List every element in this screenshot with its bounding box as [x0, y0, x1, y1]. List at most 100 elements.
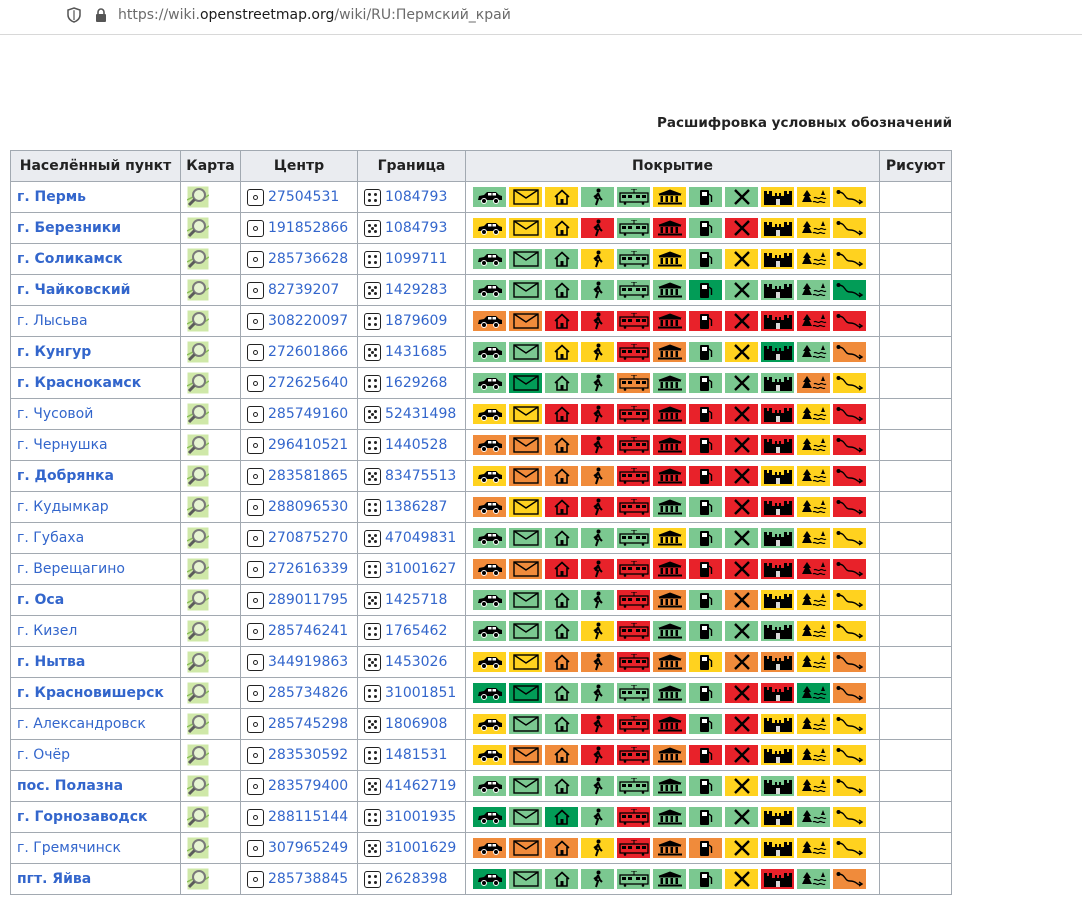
coverage-chip-car-icon[interactable] [473, 528, 506, 548]
settlement-link[interactable]: г. Кунгур [17, 344, 91, 360]
coverage-chip-car-icon[interactable] [473, 404, 506, 424]
coverage-chip-tools-icon[interactable] [725, 404, 758, 424]
coverage-chip-museum-icon[interactable] [653, 466, 686, 486]
browser-address-bar[interactable]: https://wiki.openstreetmap.org/wiki/RU:П… [0, 0, 1082, 35]
coverage-chip-car-icon[interactable] [473, 187, 506, 207]
coverage-chip-mail-icon[interactable] [509, 497, 542, 517]
coverage-chip-car-icon[interactable] [473, 497, 506, 517]
coverage-chip-house-icon[interactable] [545, 218, 578, 238]
coverage-chip-tram-icon[interactable] [617, 745, 650, 765]
coverage-chip-tools-icon[interactable] [725, 559, 758, 579]
coverage-chip-pedestrian-icon[interactable] [581, 404, 614, 424]
coverage-chip-pedestrian-icon[interactable] [581, 683, 614, 703]
coverage-chip-nature-icon[interactable] [797, 435, 830, 455]
coverage-chip-tram-icon[interactable] [617, 435, 650, 455]
center-node-link[interactable]: 344919863 [268, 654, 348, 670]
coverage-chip-tools-icon[interactable] [725, 280, 758, 300]
settlement-link[interactable]: г. Горнозаводск [17, 809, 148, 825]
coverage-chip-car-icon[interactable] [473, 249, 506, 269]
coverage-chip-tools-icon[interactable] [725, 714, 758, 734]
coverage-chip-car-icon[interactable] [473, 683, 506, 703]
border-relation-link[interactable]: 1453026 [385, 654, 447, 670]
map-magnifier-icon[interactable] [187, 217, 209, 239]
coverage-chip-nature-icon[interactable] [797, 280, 830, 300]
coverage-chip-route-icon[interactable] [833, 466, 866, 486]
border-relation-link[interactable]: 1806908 [385, 716, 447, 732]
map-magnifier-icon[interactable] [187, 527, 209, 549]
border-relation-link[interactable]: 83475513 [385, 468, 456, 484]
coverage-chip-tram-icon[interactable] [617, 404, 650, 424]
coverage-chip-route-icon[interactable] [833, 807, 866, 827]
coverage-chip-fuel-icon[interactable] [689, 373, 722, 393]
coverage-chip-nature-icon[interactable] [797, 559, 830, 579]
url-text[interactable]: https://wiki.openstreetmap.org/wiki/RU:П… [118, 7, 511, 23]
coverage-chip-fuel-icon[interactable] [689, 435, 722, 455]
map-magnifier-icon[interactable] [187, 682, 209, 704]
coverage-chip-route-icon[interactable] [833, 373, 866, 393]
coverage-chip-museum-icon[interactable] [653, 776, 686, 796]
coverage-chip-pedestrian-icon[interactable] [581, 249, 614, 269]
border-relation-link[interactable]: 31001627 [385, 561, 456, 577]
coverage-chip-castle-icon[interactable] [761, 807, 794, 827]
border-relation-link[interactable]: 1429283 [385, 282, 447, 298]
coverage-chip-museum-icon[interactable] [653, 280, 686, 300]
coverage-chip-museum-icon[interactable] [653, 559, 686, 579]
coverage-chip-tram-icon[interactable] [617, 776, 650, 796]
legend-link[interactable]: Расшифровка условных обозначений [657, 115, 952, 131]
settlement-link[interactable]: г. Оса [17, 592, 64, 608]
center-node-link[interactable]: 283581865 [268, 468, 348, 484]
coverage-chip-tools-icon[interactable] [725, 838, 758, 858]
coverage-chip-museum-icon[interactable] [653, 187, 686, 207]
coverage-chip-pedestrian-icon[interactable] [581, 807, 614, 827]
coverage-chip-museum-icon[interactable] [653, 807, 686, 827]
center-node-link[interactable]: 285734826 [268, 685, 348, 701]
border-relation-link[interactable]: 31001935 [385, 809, 456, 825]
coverage-chip-tools-icon[interactable] [725, 311, 758, 331]
settlement-link[interactable]: г. Добрянка [17, 468, 114, 484]
coverage-chip-tools-icon[interactable] [725, 435, 758, 455]
border-relation-link[interactable]: 31001851 [385, 685, 456, 701]
coverage-chip-pedestrian-icon[interactable] [581, 435, 614, 455]
coverage-chip-route-icon[interactable] [833, 311, 866, 331]
coverage-chip-pedestrian-icon[interactable] [581, 621, 614, 641]
coverage-chip-house-icon[interactable] [545, 838, 578, 858]
coverage-chip-route-icon[interactable] [833, 280, 866, 300]
center-node-link[interactable]: 288096530 [268, 499, 348, 515]
coverage-chip-castle-icon[interactable] [761, 621, 794, 641]
coverage-chip-car-icon[interactable] [473, 621, 506, 641]
coverage-chip-house-icon[interactable] [545, 311, 578, 331]
coverage-chip-tram-icon[interactable] [617, 249, 650, 269]
coverage-chip-tools-icon[interactable] [725, 528, 758, 548]
map-magnifier-icon[interactable] [187, 496, 209, 518]
coverage-chip-nature-icon[interactable] [797, 807, 830, 827]
border-relation-link[interactable]: 31001629 [385, 840, 456, 856]
coverage-chip-car-icon[interactable] [473, 590, 506, 610]
coverage-chip-house-icon[interactable] [545, 745, 578, 765]
coverage-chip-fuel-icon[interactable] [689, 404, 722, 424]
settlement-link[interactable]: г. Чусовой [17, 406, 93, 422]
coverage-chip-mail-icon[interactable] [509, 714, 542, 734]
settlement-link[interactable]: г. Чернушка [17, 437, 108, 453]
coverage-chip-mail-icon[interactable] [509, 435, 542, 455]
coverage-chip-nature-icon[interactable] [797, 745, 830, 765]
coverage-chip-tram-icon[interactable] [617, 869, 650, 889]
coverage-chip-pedestrian-icon[interactable] [581, 714, 614, 734]
coverage-chip-pedestrian-icon[interactable] [581, 373, 614, 393]
map-magnifier-icon[interactable] [187, 806, 209, 828]
settlement-link[interactable]: г. Краснокамск [17, 375, 141, 391]
coverage-chip-mail-icon[interactable] [509, 776, 542, 796]
coverage-chip-pedestrian-icon[interactable] [581, 187, 614, 207]
coverage-chip-nature-icon[interactable] [797, 466, 830, 486]
coverage-chip-castle-icon[interactable] [761, 218, 794, 238]
coverage-chip-nature-icon[interactable] [797, 714, 830, 734]
coverage-chip-mail-icon[interactable] [509, 807, 542, 827]
map-magnifier-icon[interactable] [187, 248, 209, 270]
coverage-chip-museum-icon[interactable] [653, 714, 686, 734]
coverage-chip-route-icon[interactable] [833, 621, 866, 641]
settlement-link[interactable]: г. Очёр [17, 747, 70, 763]
coverage-chip-museum-icon[interactable] [653, 497, 686, 517]
coverage-chip-route-icon[interactable] [833, 187, 866, 207]
coverage-chip-house-icon[interactable] [545, 621, 578, 641]
border-relation-link[interactable]: 1629268 [385, 375, 447, 391]
coverage-chip-tools-icon[interactable] [725, 218, 758, 238]
